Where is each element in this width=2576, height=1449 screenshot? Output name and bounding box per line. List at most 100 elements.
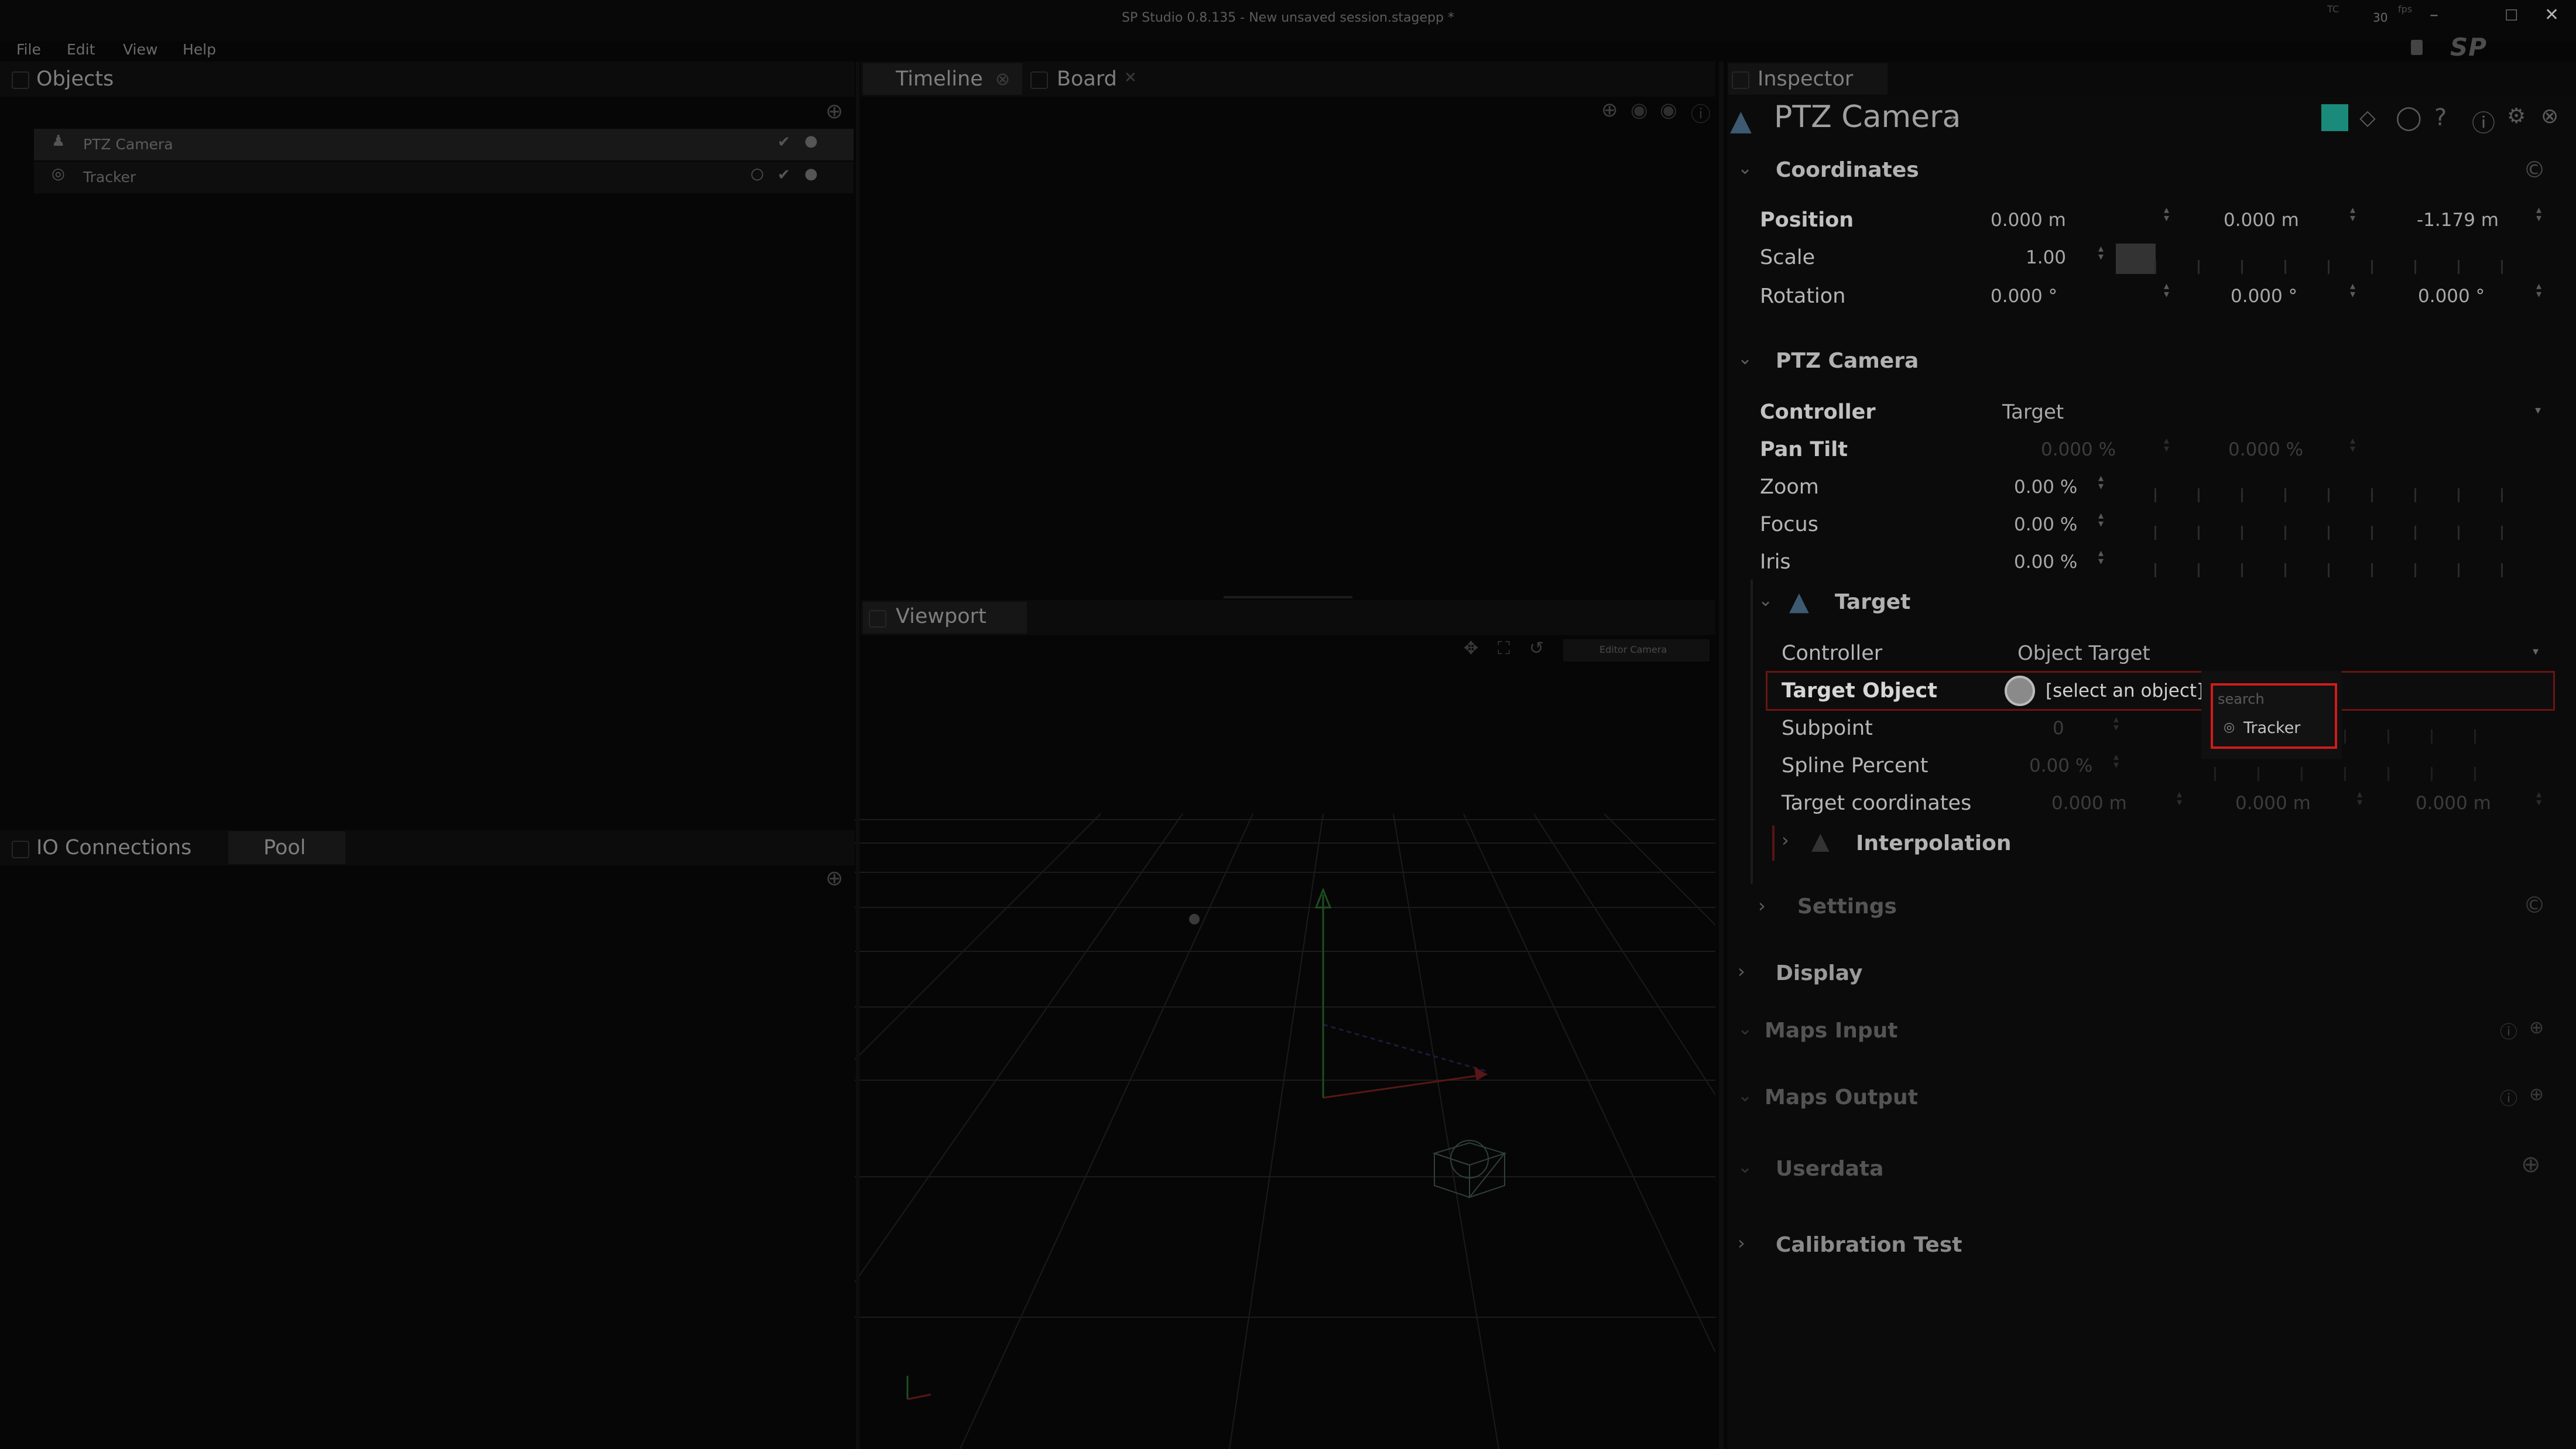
add-maps-input-icon[interactable]: ⊕: [2529, 1018, 2544, 1038]
panel-splitter[interactable]: [1224, 596, 1352, 598]
zoom-stepper[interactable]: ▴ ▾: [2098, 473, 2104, 492]
scale-stepper[interactable]: ▴ ▾: [2098, 244, 2104, 262]
search-option-tracker[interactable]: Tracker: [2243, 719, 2300, 737]
info-icon[interactable]: ⓘ: [2472, 104, 2495, 138]
zoom-input[interactable]: 0.00 %: [2014, 477, 2077, 498]
focus-slider[interactable]: [2154, 526, 2512, 540]
collapse-chevron-icon[interactable]: ⌄: [1758, 590, 1773, 611]
timeline-tool-icon[interactable]: ◉: [1660, 98, 1677, 122]
add-maps-output-icon[interactable]: ⊕: [2529, 1084, 2544, 1105]
panel-separator[interactable]: [1719, 61, 1724, 1449]
menu-view[interactable]: View: [123, 41, 157, 58]
collapse-chevron-icon[interactable]: ⌄: [1738, 1019, 1752, 1039]
close-object-icon[interactable]: ⊗: [2541, 104, 2558, 128]
expand-chevron-icon[interactable]: ›: [1738, 960, 1745, 982]
tab-close-icon[interactable]: ⊗: [995, 69, 1010, 90]
tab-board[interactable]: Board: [1057, 67, 1117, 91]
record-icon[interactable]: ◯: [2396, 104, 2422, 131]
maps-input-info-icon[interactable]: ⓘ: [2500, 1018, 2517, 1043]
focus-stepper[interactable]: ▴ ▾: [2098, 511, 2104, 529]
collapse-chevron-icon[interactable]: ⌄: [1738, 1085, 1752, 1106]
maps-output-info-icon[interactable]: ⓘ: [2500, 1084, 2517, 1110]
section-calibration-test[interactable]: Calibration Test: [1776, 1233, 1962, 1257]
position-x-stepper[interactable]: ▴ ▾: [2164, 205, 2169, 224]
add-object-icon[interactable]: ⊕: [825, 100, 843, 124]
rotation-z-input[interactable]: 0.000 °: [2418, 286, 2485, 307]
zoom-slider[interactable]: [2154, 488, 2512, 502]
position-z-input[interactable]: -1.179 m: [2417, 210, 2499, 231]
object-color-swatch[interactable]: [2321, 104, 2348, 131]
enabled-check-icon[interactable]: ✔: [777, 133, 790, 151]
menu-edit[interactable]: Edit: [67, 41, 95, 58]
reset-coordinates-icon[interactable]: ©: [2523, 157, 2546, 183]
target-object-value[interactable]: [select an object]: [2046, 680, 2204, 701]
menu-file[interactable]: File: [16, 41, 41, 58]
expand-chevron-icon[interactable]: ›: [1758, 895, 1766, 917]
position-z-stepper[interactable]: ▴ ▾: [2536, 205, 2541, 224]
target-controller-select[interactable]: Object Target: [2017, 642, 2150, 665]
chevron-down-icon[interactable]: ▾: [2535, 403, 2541, 417]
scale-slider[interactable]: [2154, 260, 2512, 274]
close-button[interactable]: ✕: [2544, 5, 2559, 25]
collapse-chevron-icon[interactable]: ⌄: [1738, 348, 1752, 369]
rotation-z-stepper[interactable]: ▴ ▾: [2536, 281, 2541, 300]
rotation-x-input[interactable]: 0.000 °: [1991, 286, 2057, 307]
expand-chevron-icon[interactable]: ›: [1782, 829, 1789, 851]
enabled-check-icon[interactable]: ✔: [777, 166, 790, 184]
viewport-canvas[interactable]: [855, 650, 1715, 1449]
iris-stepper[interactable]: ▴ ▾: [2098, 548, 2104, 567]
rotation-y-stepper[interactable]: ▴ ▾: [2350, 281, 2355, 300]
lock-icon[interactable]: [2411, 40, 2423, 55]
collapse-chevron-icon[interactable]: ⌄: [1738, 1157, 1752, 1177]
add-userdata-icon[interactable]: ⊕: [2521, 1151, 2541, 1178]
chevron-down-icon[interactable]: ▾: [2533, 644, 2539, 658]
settings-icon[interactable]: ⚙: [2507, 104, 2526, 128]
rotation-y-input[interactable]: 0.000 °: [2231, 286, 2297, 307]
collapse-chevron-icon[interactable]: ⌄: [1738, 158, 1752, 179]
section-maps-input[interactable]: Maps Input: [1765, 1019, 1897, 1043]
tab-close-icon[interactable]: ✕: [1124, 69, 1137, 87]
section-ptz-camera[interactable]: PTZ Camera: [1776, 349, 1919, 373]
timeline-tool-icon[interactable]: ◉: [1630, 98, 1648, 122]
iris-input[interactable]: 0.00 %: [2014, 551, 2077, 573]
visibility-eye-icon[interactable]: ●: [804, 132, 818, 150]
rotation-x-stepper[interactable]: ▴ ▾: [2164, 281, 2169, 300]
tab-timeline[interactable]: Timeline: [896, 67, 983, 91]
scale-input[interactable]: 1.00: [2026, 247, 2066, 268]
section-interpolation[interactable]: Interpolation: [1856, 831, 2011, 855]
expand-chevron-icon[interactable]: ›: [1738, 1232, 1745, 1254]
panel-separator[interactable]: [856, 61, 859, 1449]
section-userdata[interactable]: Userdata: [1776, 1157, 1883, 1181]
maximize-button[interactable]: ☐: [2505, 7, 2518, 25]
tab-pool[interactable]: Pool: [263, 836, 306, 859]
section-settings[interactable]: Settings: [1797, 895, 1897, 919]
search-input[interactable]: search: [2218, 691, 2265, 707]
minimize-button[interactable]: –: [2430, 5, 2438, 25]
section-target[interactable]: Target: [1835, 590, 1910, 614]
section-coordinates[interactable]: Coordinates: [1776, 158, 1919, 182]
menu-help[interactable]: Help: [183, 41, 216, 58]
rename-chevron-icon[interactable]: ›: [1950, 109, 1956, 128]
tab-inspector[interactable]: Inspector: [1758, 67, 1853, 91]
position-y-input[interactable]: 0.000 m: [2224, 210, 2299, 231]
visibility-eye-icon[interactable]: ●: [804, 165, 818, 183]
object-row-tracker[interactable]: [34, 162, 854, 193]
help-icon[interactable]: ?: [2434, 104, 2447, 131]
timeline-info-icon[interactable]: ⓘ: [1691, 98, 1711, 127]
controller-select[interactable]: Target: [2002, 400, 2064, 424]
target-picker-icon[interactable]: [2005, 676, 2035, 706]
position-y-stepper[interactable]: ▴ ▾: [2350, 205, 2355, 224]
tag-icon[interactable]: ⬦: [2359, 104, 2376, 131]
focus-input[interactable]: 0.00 %: [2014, 514, 2077, 535]
iris-slider[interactable]: [2154, 563, 2512, 577]
tab-viewport[interactable]: Viewport: [896, 605, 986, 628]
add-connection-icon[interactable]: ⊕: [825, 866, 843, 890]
position-x-input[interactable]: 0.000 m: [1991, 210, 2066, 231]
scale-slider-handle[interactable]: [2116, 244, 2156, 274]
subpoint-label: Subpoint: [1782, 717, 1873, 740]
tab-io-connections[interactable]: IO Connections: [36, 836, 191, 859]
section-maps-output[interactable]: Maps Output: [1765, 1085, 1918, 1109]
reset-settings-icon[interactable]: ©: [2523, 892, 2546, 918]
section-display[interactable]: Display: [1776, 961, 1862, 985]
add-track-icon[interactable]: ⊕: [1601, 98, 1618, 122]
